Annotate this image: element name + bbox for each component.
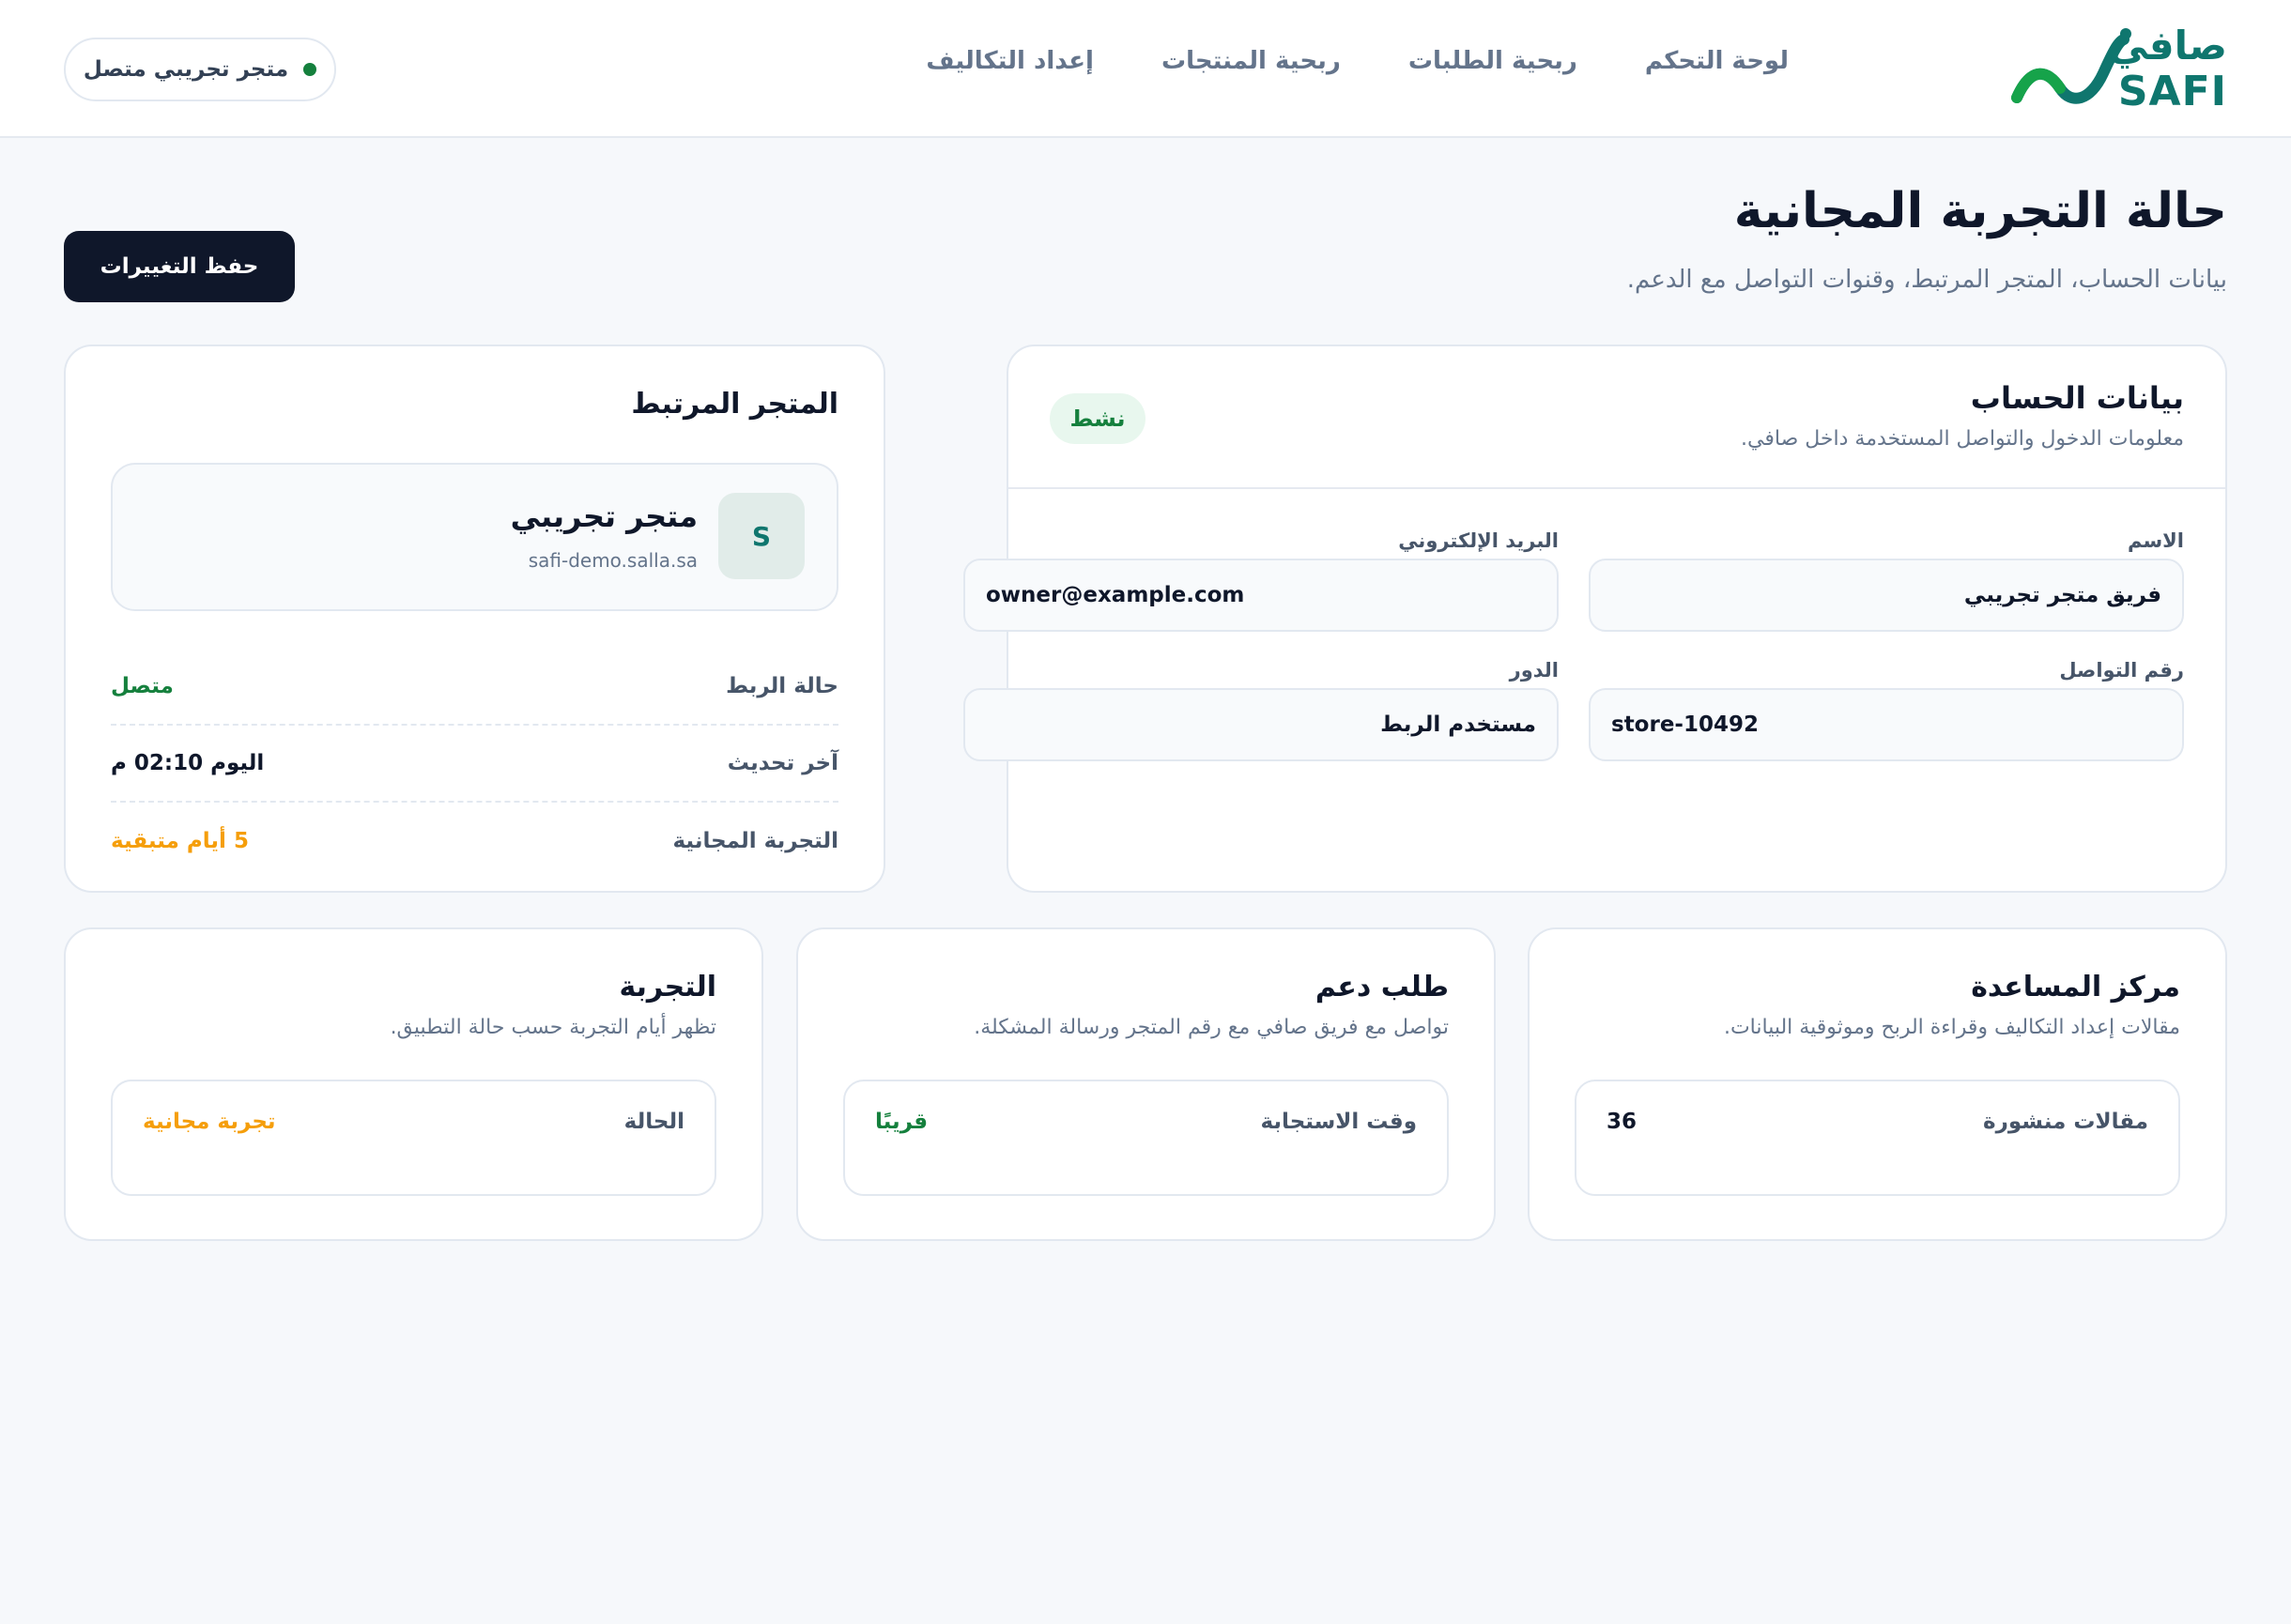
store-url: safi-demo.salla.sa [528, 549, 698, 572]
store-name: متجر تجريبي [510, 498, 698, 534]
account-card-description: معلومات الدخول والتواصل المستخدمة داخل ص… [1741, 427, 2184, 451]
row-key: آخر تحديث [727, 751, 838, 775]
status-badge: نشط [1050, 393, 1146, 444]
trial-card[interactable]: التجربة تظهر أيام التجربة حسب حالة التطب… [64, 927, 763, 1241]
store-summary: S متجر تجريبي safi-demo.salla.sa [111, 463, 838, 611]
brand-name-english: SAFI [2117, 68, 2227, 115]
store-avatar: S [718, 493, 805, 579]
trial-title: التجربة [619, 971, 716, 1004]
nav-item-dashboard[interactable]: لوحة التحكم [1645, 47, 1789, 75]
stat-key: الحالة [623, 1110, 684, 1134]
stat-value: تجربة مجانية [143, 1110, 276, 1134]
phone-field-label: رقم التواصل [2059, 659, 2184, 682]
save-changes-button[interactable]: حفظ التغييرات [64, 231, 295, 302]
support-request-description: تواصل مع فريق صافي مع رقم المتجر ورسالة … [974, 1016, 1449, 1039]
store-connection-pill[interactable]: متجر تجريبي متصل [64, 38, 336, 101]
connection-status-row: حالة الربط متصل [111, 649, 838, 726]
main-nav: لوحة التحكم ربحية الطلبات ربحية المنتجات… [926, 47, 1789, 75]
nav-item-product-profitability[interactable]: ربحية المنتجات [1161, 47, 1341, 75]
nav-item-order-profitability[interactable]: ربحية الطلبات [1408, 47, 1577, 75]
page-subtitle: بيانات الحساب، المتجر المرتبط، وقنوات ال… [1626, 266, 2227, 294]
free-trial-row: التجربة المجانية 5 أيام متبقية [111, 803, 838, 880]
stat-key: مقالات منشورة [1983, 1110, 2148, 1134]
published-articles-box: مقالات منشورة 36 [1575, 1080, 2180, 1196]
help-center-title: مركز المساعدة [1971, 971, 2180, 1004]
help-center-card[interactable]: مركز المساعدة مقالات إعداد التكاليف وقرا… [1528, 927, 2227, 1241]
safi-logo[interactable]: صافي SAFI [2002, 21, 2227, 118]
store-connection-label: متجر تجريبي متصل [83, 57, 289, 82]
support-request-title: طلب دعم [1315, 971, 1449, 1004]
connected-status-dot [303, 63, 317, 76]
brand-name-arabic: صافي [2108, 23, 2227, 69]
linked-store-card: المتجر المرتبط S متجر تجريبي safi-demo.s… [64, 345, 885, 893]
page-title: حالة التجربة المجانية [1733, 183, 2227, 239]
role-field-label: الدور [1509, 659, 1559, 682]
row-value: متصل [111, 674, 174, 698]
last-update-row: آخر تحديث اليوم 02:10 م [111, 726, 838, 803]
top-navigation-bar: صافي SAFI لوحة التحكم ربحية الطلبات ربحي… [0, 0, 2291, 138]
email-field-label: البريد الإلكتروني [1398, 529, 1559, 552]
trial-description: تظهر أيام التجربة حسب حالة التطبيق. [390, 1016, 716, 1039]
trial-status-box: الحالة تجربة مجانية [111, 1080, 716, 1196]
stat-key: وقت الاستجابة [1260, 1110, 1417, 1134]
nav-item-cost-setup[interactable]: إعداد التكاليف [926, 47, 1094, 75]
account-card-header: بيانات الحساب معلومات الدخول والتواصل ال… [1008, 346, 2225, 489]
name-field[interactable] [1589, 559, 2184, 632]
row-key: التجربة المجانية [672, 829, 838, 853]
help-center-description: مقالات إعداد التكاليف وقراءة الربح وموثو… [1723, 1016, 2180, 1039]
stat-value: قريبًا [875, 1110, 929, 1134]
row-value: اليوم 02:10 م [111, 751, 265, 775]
account-card-title: بيانات الحساب [1970, 380, 2184, 416]
row-key: حالة الربط [726, 674, 838, 698]
row-value: 5 أيام متبقية [111, 829, 249, 853]
stat-value: 36 [1607, 1110, 1638, 1134]
email-field[interactable] [963, 559, 1559, 632]
response-time-box: وقت الاستجابة قريبًا [843, 1080, 1449, 1196]
linked-store-title: المتجر المرتبط [631, 388, 838, 421]
account-details-card: بيانات الحساب معلومات الدخول والتواصل ال… [963, 345, 2227, 893]
name-field-label: الاسم [2128, 529, 2184, 552]
role-field[interactable] [963, 688, 1559, 761]
phone-field[interactable] [1589, 688, 2184, 761]
support-request-card[interactable]: طلب دعم تواصل مع فريق صافي مع رقم المتجر… [796, 927, 1496, 1241]
